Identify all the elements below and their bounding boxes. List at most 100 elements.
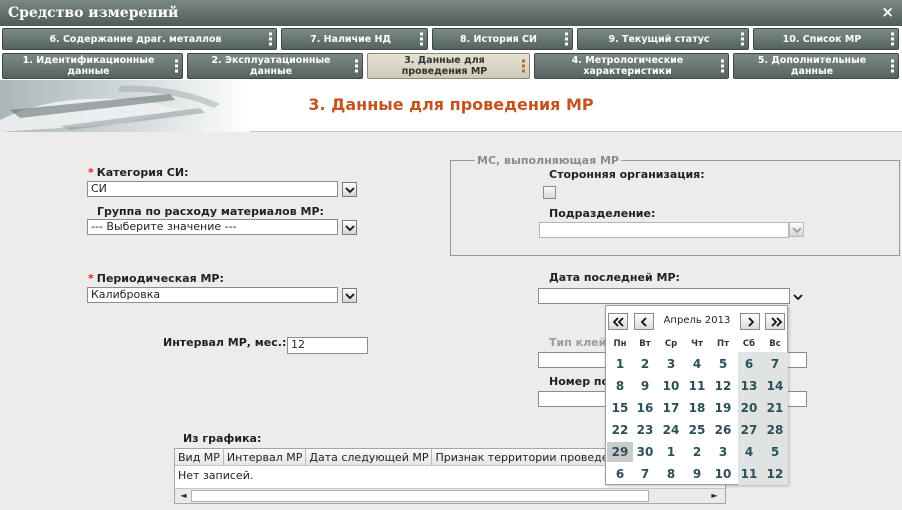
calendar-day[interactable]: 10: [710, 464, 736, 484]
horizontal-scrollbar[interactable]: ◄ ►: [175, 488, 725, 503]
calendar-day[interactable]: 6: [736, 354, 762, 374]
calendar-day[interactable]: 4: [684, 354, 710, 374]
calendar-day[interactable]: 27: [736, 420, 762, 440]
calendar-day[interactable]: 5: [710, 354, 736, 374]
calendar-day[interactable]: 9: [632, 376, 658, 396]
calendar-day[interactable]: 21: [762, 398, 788, 418]
calendar-day[interactable]: 15: [607, 398, 633, 418]
periodic-select[interactable]: Калибровка: [87, 287, 338, 303]
calendar-day[interactable]: 30: [632, 442, 658, 462]
page-banner: 3. Данные для проведения МР: [0, 80, 902, 132]
calendar-day[interactable]: 25: [684, 420, 710, 440]
column-header[interactable]: Дата следующей МР: [306, 449, 433, 465]
calendar-day[interactable]: 23: [632, 420, 658, 440]
required-mark: *: [88, 272, 94, 285]
interval-input[interactable]: 12: [287, 337, 368, 354]
tab-metrological[interactable]: 4. Метрологические характеристики: [534, 53, 729, 79]
tab-mr-list[interactable]: 10. Список МР: [753, 28, 899, 50]
calendar-day[interactable]: 10: [658, 376, 684, 396]
scroll-thumb[interactable]: [191, 490, 649, 502]
tab-precious-metals[interactable]: 6. Содержание драг. металлов: [2, 28, 277, 50]
grip-icon: [355, 59, 358, 73]
last-date-label: Дата последней МР:: [549, 271, 680, 284]
prev-month-button[interactable]: [634, 313, 654, 330]
next-year-button[interactable]: [765, 313, 785, 330]
last-date-input[interactable]: [538, 288, 790, 304]
chevron-down-icon[interactable]: [791, 290, 805, 305]
grip-icon: [565, 32, 568, 46]
calendar-day[interactable]: 11: [684, 376, 710, 396]
column-header[interactable]: Интервал МР: [224, 449, 307, 465]
close-icon[interactable]: ×: [881, 3, 894, 21]
grip-icon: [891, 32, 894, 46]
tab-label: 9. Текущий статус: [608, 33, 710, 45]
calendar-day[interactable]: 28: [762, 420, 788, 440]
calendar-day[interactable]: 13: [736, 376, 762, 396]
calendar-day[interactable]: 5: [762, 442, 788, 462]
scroll-right-icon[interactable]: ►: [708, 490, 721, 502]
calendar-day[interactable]: 9: [684, 464, 710, 484]
tab-mr-data[interactable]: 3. Данные для проведения МР: [367, 53, 530, 79]
weekday-header: Ср: [664, 339, 678, 349]
column-header[interactable]: Признак территории проведения: [432, 449, 634, 465]
calendar-day[interactable]: 11: [736, 464, 762, 484]
chevron-down-icon[interactable]: [789, 222, 804, 237]
periodic-label: * Периодическая МР:: [88, 272, 224, 285]
tab-identification[interactable]: 1. Идентификационные данные: [2, 53, 183, 79]
calendar-day[interactable]: 14: [762, 376, 788, 396]
calendar-day[interactable]: 12: [762, 464, 788, 484]
calendar-day[interactable]: 19: [710, 398, 736, 418]
tab-row-top: 6. Содержание драг. металлов 7. Наличие …: [0, 26, 902, 52]
tab-label: 1. Идентификационные данные: [22, 55, 155, 77]
calendar-day[interactable]: 24: [658, 420, 684, 440]
calendar-day[interactable]: 22: [607, 420, 633, 440]
calendar-day[interactable]: 7: [762, 354, 788, 374]
calendar-day[interactable]: 26: [710, 420, 736, 440]
grip-icon: [269, 32, 272, 46]
calendar-day[interactable]: 8: [607, 376, 633, 396]
tab-operational[interactable]: 2. Эксплуатационные данные: [187, 53, 363, 79]
calendar-day[interactable]: 3: [658, 354, 684, 374]
calendar-day[interactable]: 17: [658, 398, 684, 418]
calendar-day[interactable]: 2: [684, 442, 710, 462]
category-select[interactable]: СИ: [87, 181, 338, 197]
window-title: Средство измерений: [8, 5, 179, 21]
grip-icon: [522, 59, 525, 73]
tab-additional[interactable]: 5. Дополнительные данные: [733, 53, 899, 79]
calendar-month-label: Апрель 2013: [663, 315, 731, 326]
category-label-text: Категория СИ:: [96, 166, 189, 179]
calendar-day[interactable]: 3: [710, 442, 736, 462]
calendar-day[interactable]: 1: [607, 354, 633, 374]
calendar-day[interactable]: 7: [632, 464, 658, 484]
chevron-down-icon[interactable]: [342, 220, 357, 235]
prev-year-button[interactable]: [608, 313, 628, 330]
calendar-day[interactable]: 18: [684, 398, 710, 418]
tab-history[interactable]: 8. История СИ: [432, 28, 573, 50]
calendar-day[interactable]: 12: [710, 376, 736, 396]
group-select[interactable]: --- Выберите значение ---: [87, 219, 338, 235]
calendar-day[interactable]: 2: [632, 354, 658, 374]
schedule-label: Из графика:: [183, 432, 262, 445]
calendar-day[interactable]: 20: [736, 398, 762, 418]
calendar-day[interactable]: 6: [607, 464, 633, 484]
calendar-day[interactable]: 8: [658, 464, 684, 484]
grip-icon: [420, 32, 423, 46]
calendar-day[interactable]: 29: [607, 442, 633, 462]
third-party-checkbox[interactable]: [543, 186, 556, 199]
chevron-down-icon[interactable]: [342, 288, 357, 303]
interval-label: Интервал МР, мес.:: [163, 336, 287, 349]
scroll-left-icon[interactable]: ◄: [177, 490, 190, 502]
group-label: Группа по расходу материалов МР:: [97, 205, 324, 218]
weekday-header: Вт: [639, 339, 651, 349]
periodic-label-text: Периодическая МР:: [96, 272, 224, 285]
next-month-button[interactable]: [740, 313, 760, 330]
division-select[interactable]: [539, 222, 789, 238]
tab-current-status[interactable]: 9. Текущий статус: [577, 28, 749, 50]
tab-nd[interactable]: 7. Наличие НД: [281, 28, 428, 50]
calendar-day[interactable]: 16: [632, 398, 658, 418]
calendar-day[interactable]: 4: [736, 442, 762, 462]
column-header[interactable]: Вид МР: [175, 449, 224, 465]
calendar-day[interactable]: 1: [658, 442, 684, 462]
chevron-down-icon[interactable]: [342, 182, 357, 197]
grip-icon: [741, 32, 744, 46]
